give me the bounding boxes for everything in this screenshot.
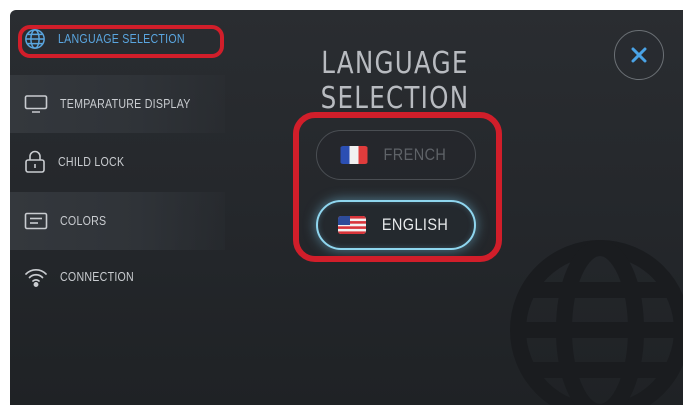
sidebar-item-label: CHILD LOCK	[58, 155, 125, 169]
lock-icon	[25, 150, 45, 173]
sidebar-item-child-lock[interactable]: CHILD LOCK	[10, 133, 225, 191]
highlight-language-selection	[18, 25, 224, 58]
sidebar-item-label: CONNECTION	[60, 270, 134, 284]
page-title: LANGUAGE SELECTION	[320, 46, 470, 116]
card-icon	[24, 212, 48, 230]
sidebar-item-temparature-display[interactable]: TEMPARATURE DISPLAY	[10, 75, 225, 133]
settings-panel: LANGUAGE SELECTION TEMPARATURE DISPLAY C…	[10, 10, 683, 405]
close-button[interactable]	[614, 30, 664, 80]
sidebar: LANGUAGE SELECTION TEMPARATURE DISPLAY C…	[10, 10, 225, 405]
highlight-language-buttons	[293, 112, 502, 262]
sidebar-item-connection[interactable]: CONNECTION	[10, 248, 225, 306]
sidebar-item-label: COLORS	[60, 214, 107, 228]
monitor-icon	[24, 95, 48, 113]
close-icon	[631, 47, 647, 63]
wifi-icon	[25, 268, 47, 287]
globe-watermark-icon	[510, 240, 683, 405]
sidebar-item-label: TEMPARATURE DISPLAY	[60, 97, 191, 111]
sidebar-item-colors[interactable]: COLORS	[10, 192, 225, 250]
